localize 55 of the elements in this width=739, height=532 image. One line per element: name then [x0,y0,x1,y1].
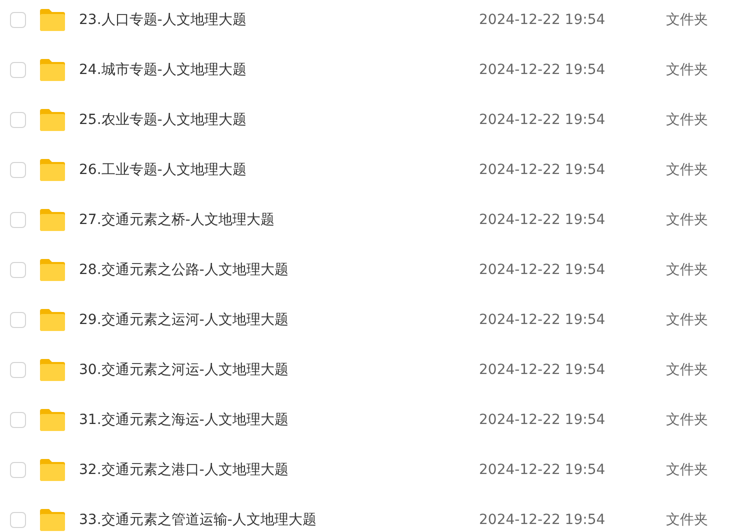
modified-date: 2024-12-22 19:54 [479,362,606,378]
checkbox[interactable] [10,312,26,328]
file-type: 文件夹 [666,311,708,329]
checkbox[interactable] [10,262,26,278]
file-name[interactable]: 26.工业专题-人文地理大题 [79,161,479,179]
modified-date: 2024-12-22 19:54 [479,212,606,228]
checkbox[interactable] [10,112,26,128]
checkbox[interactable] [10,162,26,178]
folder-icon [39,208,66,232]
file-name[interactable]: 28.交通元素之公路-人文地理大题 [79,261,479,279]
checkbox[interactable] [10,362,26,378]
file-name[interactable]: 24.城市专题-人文地理大题 [79,61,479,79]
file-type: 文件夹 [666,161,708,179]
modified-date: 2024-12-22 19:54 [479,112,606,128]
folder-icon [39,108,66,132]
file-name[interactable]: 30.交通元素之河运-人文地理大题 [79,361,479,379]
file-type: 文件夹 [666,61,708,79]
file-name[interactable]: 25.农业专题-人文地理大题 [79,111,479,129]
checkbox[interactable] [10,512,26,528]
modified-date: 2024-12-22 19:54 [479,312,606,328]
file-name[interactable]: 29.交通元素之运河-人文地理大题 [79,311,479,329]
file-type: 文件夹 [666,461,708,479]
modified-date: 2024-12-22 19:54 [479,512,606,528]
folder-icon [39,8,66,32]
file-name[interactable]: 23.人口专题-人文地理大题 [79,11,479,29]
folder-icon [39,258,66,282]
file-type: 文件夹 [666,511,708,529]
checkbox[interactable] [10,62,26,78]
checkbox[interactable] [10,412,26,428]
folder-icon [39,158,66,182]
checkbox[interactable] [10,212,26,228]
file-type: 文件夹 [666,361,708,379]
file-type: 文件夹 [666,411,708,429]
file-type: 文件夹 [666,11,708,29]
folder-icon [39,308,66,332]
file-type: 文件夹 [666,261,708,279]
folder-icon [39,408,66,432]
folder-icon [39,358,66,382]
folder-icon [39,58,66,82]
modified-date: 2024-12-22 19:54 [479,62,606,78]
file-name[interactable]: 27.交通元素之桥-人文地理大题 [79,211,479,229]
modified-date: 2024-12-22 19:54 [479,462,606,478]
checkbox[interactable] [10,462,26,478]
modified-date: 2024-12-22 19:54 [479,162,606,178]
file-name[interactable]: 32.交通元素之港口-人文地理大题 [79,461,479,479]
file-name[interactable]: 33.交通元素之管道运输-人文地理大题 [79,511,479,529]
modified-date: 2024-12-22 19:54 [479,12,606,28]
folder-icon [39,458,66,482]
checkbox[interactable] [10,12,26,28]
file-name[interactable]: 31.交通元素之海运-人文地理大题 [79,411,479,429]
modified-date: 2024-12-22 19:54 [479,262,606,278]
file-type: 文件夹 [666,111,708,129]
folder-icon [39,508,66,532]
modified-date: 2024-12-22 19:54 [479,412,606,428]
file-type: 文件夹 [666,211,708,229]
